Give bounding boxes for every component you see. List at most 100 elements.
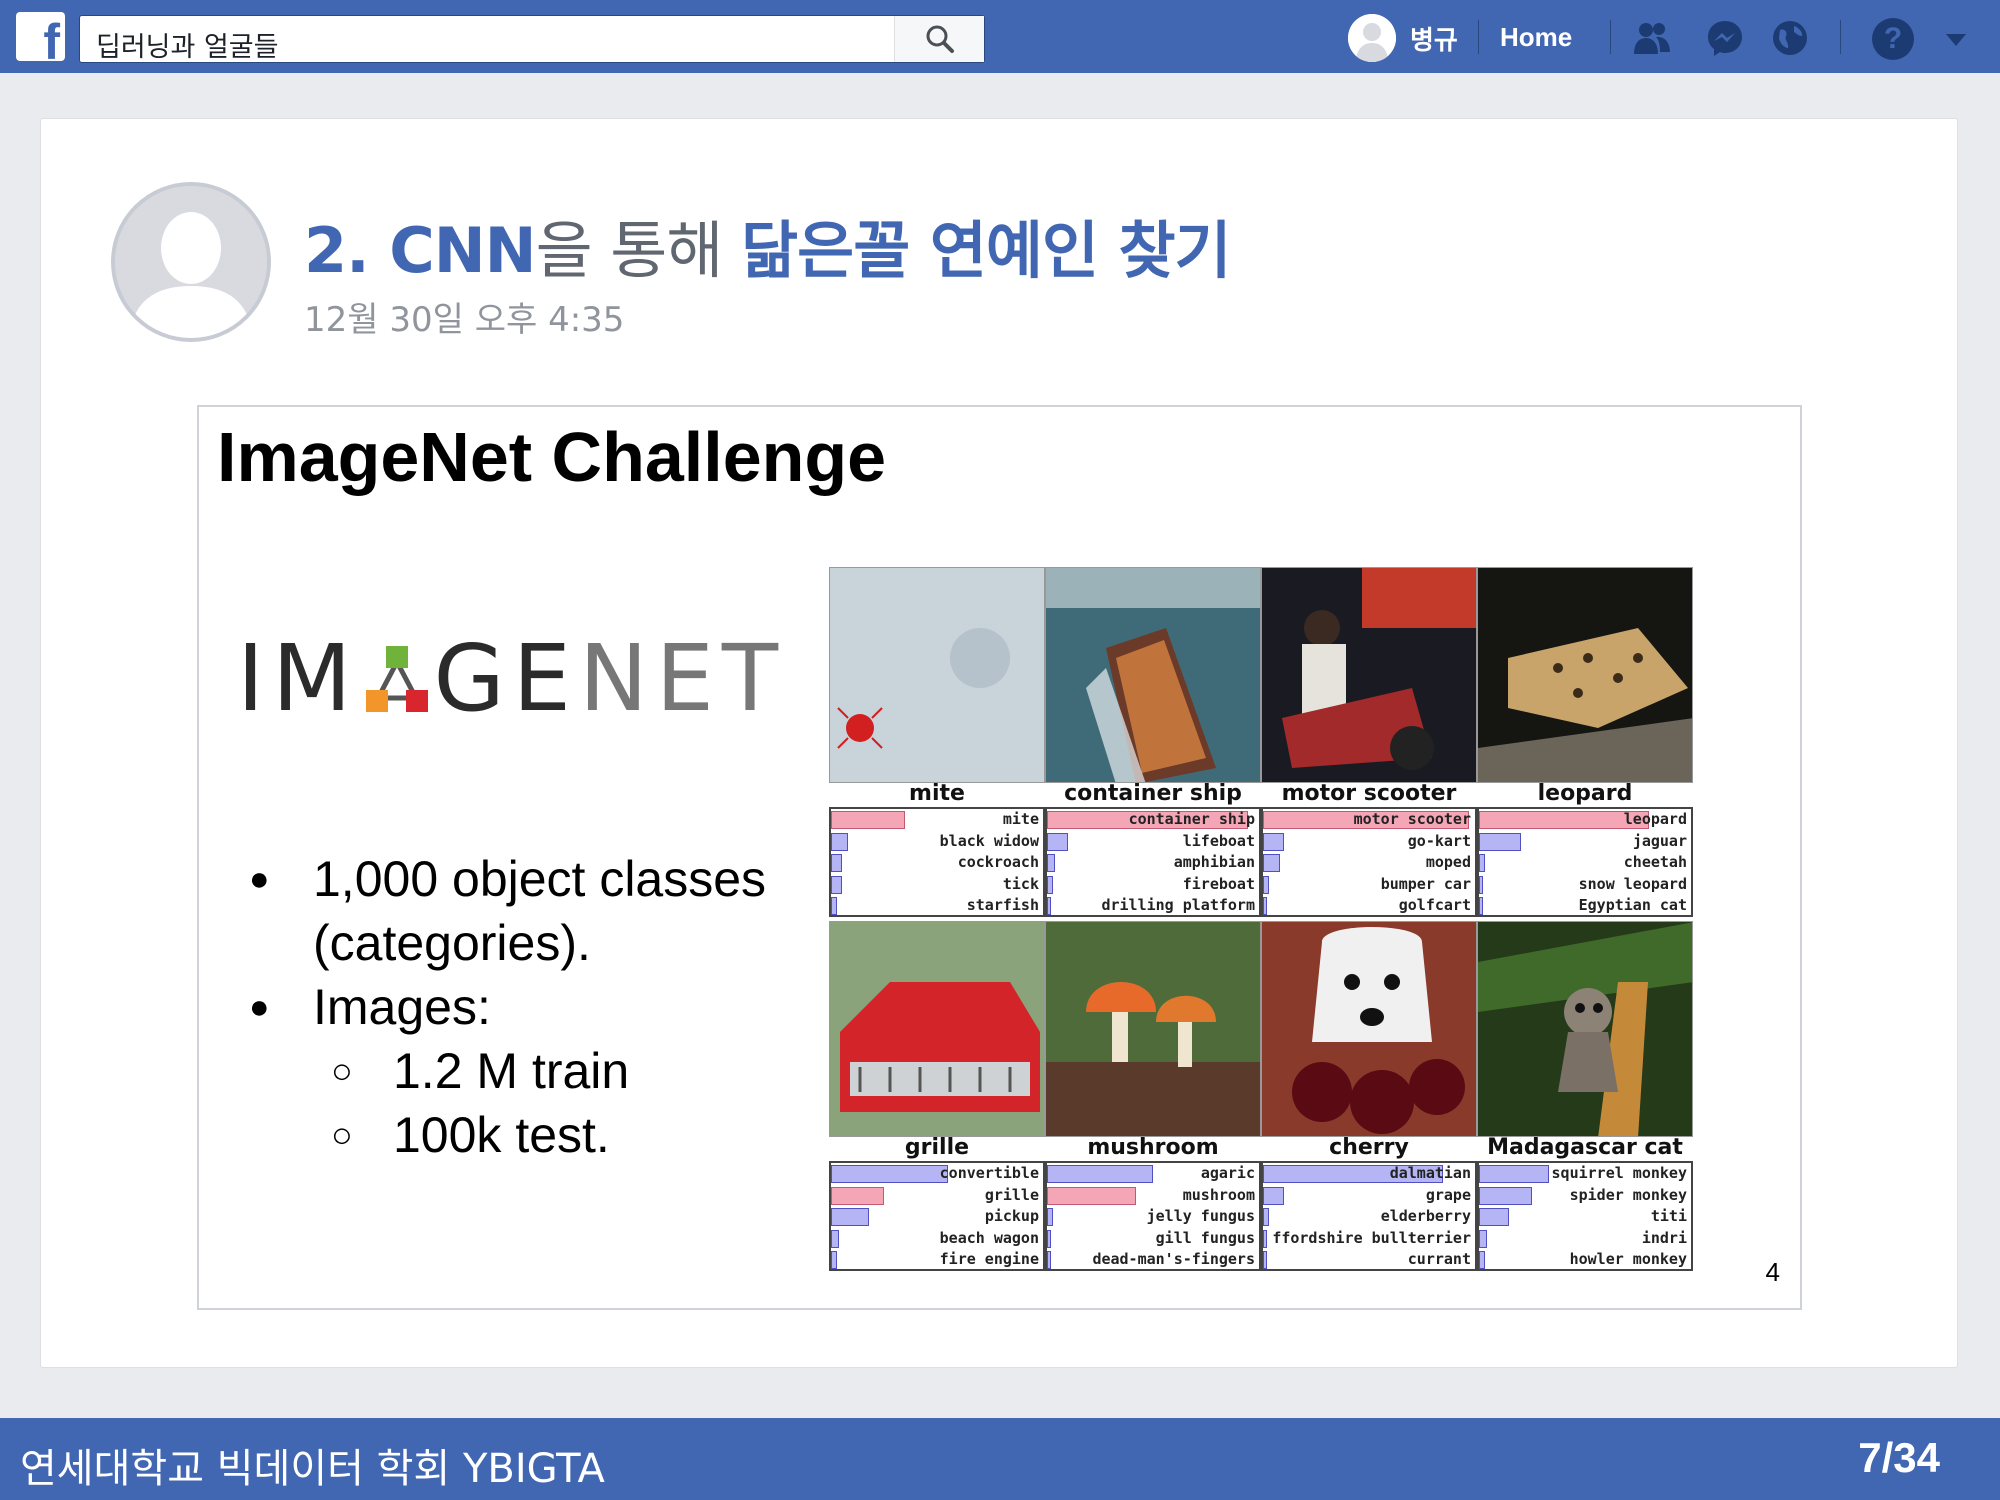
prediction-label: grape xyxy=(1425,1185,1471,1204)
prediction-bar xyxy=(1263,1208,1270,1227)
prediction-bar xyxy=(831,1208,870,1227)
prediction-bar xyxy=(1479,1208,1509,1227)
sample-photo xyxy=(1261,921,1477,1137)
prediction-label: jaguar xyxy=(1632,831,1687,850)
prediction-row: starfish xyxy=(831,895,1043,917)
messenger-icon[interactable] xyxy=(1705,18,1745,58)
caret-down-icon[interactable] xyxy=(1946,34,1966,46)
prediction-label: drilling platform xyxy=(1101,896,1255,915)
prediction-row: leopard xyxy=(1479,809,1691,831)
search-input[interactable]: 딥러닝과 얼굴들 xyxy=(96,25,278,64)
prediction-bar xyxy=(1479,1186,1532,1205)
grid-cell: motor scooter motor scooter go-kart moped bu… xyxy=(1261,567,1477,917)
prediction-row: jaguar xyxy=(1479,831,1691,853)
prediction-row: pickup xyxy=(831,1206,1043,1228)
prediction-bar xyxy=(831,832,848,851)
slide-page-number: 4 xyxy=(1765,1257,1780,1287)
prediction-row: squirrel monkey xyxy=(1479,1163,1691,1185)
prediction-bar xyxy=(1047,1165,1153,1183)
classification-grid: mite mite black widow cockroach tick starfish… xyxy=(829,567,1695,1279)
profile-link[interactable]: 병규 xyxy=(1410,20,1458,57)
prediction-label: container ship xyxy=(1128,810,1255,828)
prediction-row: mushroom xyxy=(1047,1185,1259,1207)
grid-cell: mite mite black widow cockroach tick starfish xyxy=(829,567,1045,917)
post-author-avatar[interactable] xyxy=(111,182,271,342)
ground-truth-label: container ship xyxy=(1064,781,1242,806)
home-link[interactable]: Home xyxy=(1500,22,1572,53)
prediction-row: spider monkey xyxy=(1479,1185,1691,1207)
prediction-bar xyxy=(831,1165,948,1183)
sample-photo xyxy=(1261,567,1477,783)
prediction-row: dalmatian xyxy=(1263,1163,1475,1185)
prediction-label: gill fungus xyxy=(1155,1228,1255,1247)
ground-truth-label: Madagascar cat xyxy=(1487,1135,1683,1160)
bullet-dot: ● xyxy=(249,860,270,898)
prediction-bar xyxy=(1479,897,1484,916)
prediction-bar xyxy=(831,854,842,873)
prediction-label: grille xyxy=(984,1185,1039,1204)
bullet-list: ● 1,000 object classes (categories). ● I… xyxy=(239,847,766,1167)
grid-cell: container ship container ship lifeboat amph… xyxy=(1045,567,1261,917)
globe-icon[interactable] xyxy=(1770,18,1810,58)
friends-icon[interactable] xyxy=(1632,18,1672,58)
bullet-item: ● Images: xyxy=(239,975,766,1039)
prediction-row: titi xyxy=(1479,1206,1691,1228)
prediction-row: Egyptian cat xyxy=(1479,895,1691,917)
prediction-box: motor scooter go-kart moped bumper car golfc… xyxy=(1261,807,1477,917)
ground-truth-label: mite xyxy=(909,781,965,806)
prediction-box: convertible grille pickup beach wagon fire e… xyxy=(829,1161,1045,1271)
prediction-label: bumper car xyxy=(1380,874,1471,893)
imagenet-mark-icon xyxy=(364,629,430,712)
prediction-row: black widow xyxy=(831,831,1043,853)
prediction-label: agaric xyxy=(1200,1164,1255,1182)
prediction-bar xyxy=(831,811,906,829)
post-timestamp[interactable]: 12월 30일 오후 4:35 xyxy=(304,292,624,341)
post-title: 2. CNN을 통해 닮은꼴 연예인 찾기 xyxy=(304,200,1232,290)
prediction-row: indri xyxy=(1479,1228,1691,1250)
prediction-row: grille xyxy=(831,1185,1043,1207)
prediction-box: container ship lifeboat amphibian fireboat d… xyxy=(1045,807,1261,917)
grid-cell: leopard leopard jaguar cheetah snow leopard E… xyxy=(1477,567,1693,917)
ground-truth-label: mushroom xyxy=(1087,1135,1219,1160)
prediction-bar xyxy=(831,1229,840,1248)
sample-photo xyxy=(829,921,1045,1137)
prediction-label: squirrel monkey xyxy=(1551,1164,1687,1182)
prediction-bar xyxy=(831,1186,884,1205)
user-avatar[interactable] xyxy=(1348,14,1396,62)
prediction-row: cheetah xyxy=(1479,852,1691,874)
sub-bullet-item: ○ 100k test. xyxy=(239,1103,766,1167)
prediction-label: jelly fungus xyxy=(1146,1207,1255,1226)
prediction-bar xyxy=(1263,1251,1268,1270)
prediction-label: elderberry xyxy=(1380,1207,1471,1226)
prediction-label: cheetah xyxy=(1623,853,1687,872)
help-icon[interactable]: ? xyxy=(1872,18,1914,60)
facebook-logo-icon[interactable]: f xyxy=(16,12,65,61)
prediction-bar xyxy=(1479,1165,1549,1183)
post-title-part: 을 통해 xyxy=(535,214,742,287)
prediction-row: tick xyxy=(831,874,1043,896)
grid-cell: grille convertible grille pickup beach wagon… xyxy=(829,921,1045,1271)
bullet-continuation: (categories). xyxy=(239,911,766,975)
top-navigation-bar: f 딥러닝과 얼굴들 병규 Home ? xyxy=(0,0,2000,73)
prediction-row: beach wagon xyxy=(831,1228,1043,1250)
sub-bullet-text: 100k test. xyxy=(393,1107,610,1163)
prediction-box: dalmatian grape elderberry ffordshire bullt… xyxy=(1261,1161,1477,1271)
prediction-label: snow leopard xyxy=(1578,874,1687,893)
sub-bullet-ring: ○ xyxy=(331,1114,353,1155)
prediction-label: mite xyxy=(1002,810,1039,828)
ground-truth-label: grille xyxy=(904,1135,970,1160)
prediction-label: beach wagon xyxy=(939,1228,1039,1247)
logo-text: IM xyxy=(237,625,360,732)
avatar-silhouette-icon xyxy=(115,186,267,338)
search-box[interactable]: 딥러닝과 얼굴들 xyxy=(79,15,985,63)
prediction-label: cockroach xyxy=(957,853,1039,872)
prediction-row: elderberry xyxy=(1263,1206,1475,1228)
sub-bullet-ring: ○ xyxy=(331,1050,353,1091)
logo-text: NET xyxy=(578,625,787,732)
slide-title: ImageNet Challenge xyxy=(217,418,887,496)
prediction-bar xyxy=(1263,897,1268,916)
prediction-row: fireboat xyxy=(1047,874,1259,896)
prediction-bar xyxy=(1479,832,1522,851)
prediction-row: golfcart xyxy=(1263,895,1475,917)
search-button[interactable] xyxy=(894,16,984,62)
